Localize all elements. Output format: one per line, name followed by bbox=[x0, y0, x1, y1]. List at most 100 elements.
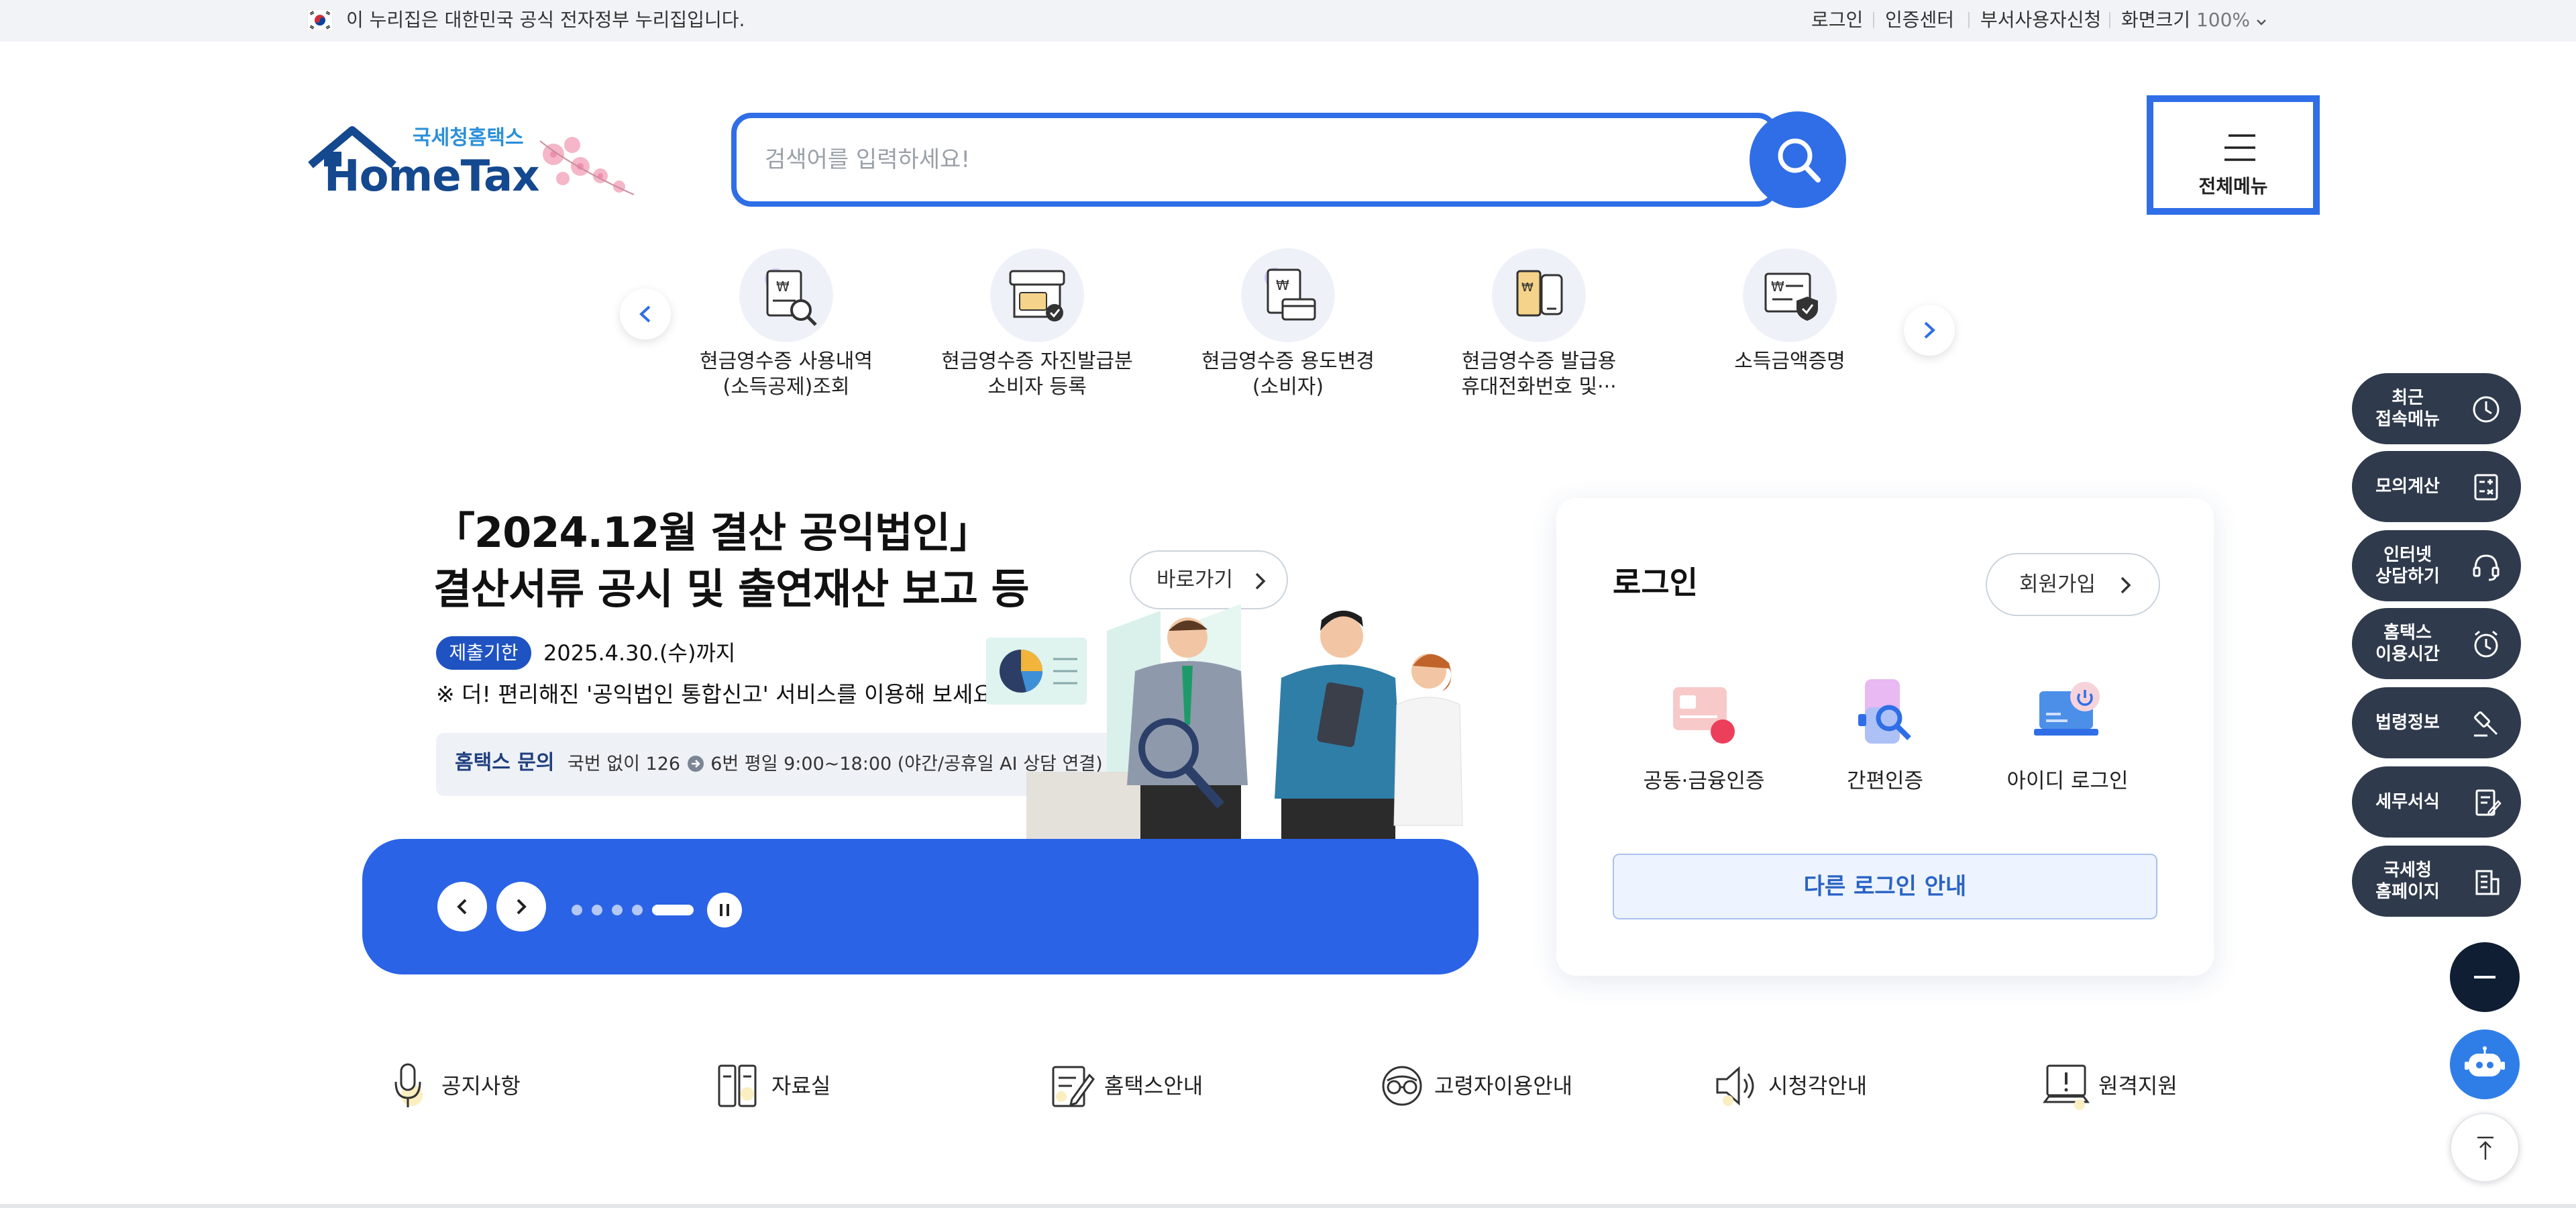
login-method-label: 아이디 로그인 bbox=[2006, 769, 2129, 793]
certificate-card-icon bbox=[1673, 687, 1735, 744]
page-bottom-border bbox=[0, 1204, 2576, 1208]
chevron-left-icon bbox=[457, 899, 467, 915]
login-method-label: 공동·금융인증 bbox=[1643, 769, 1765, 793]
minus-icon bbox=[2474, 976, 2496, 978]
inquiry-phone: 국번 없이 126 bbox=[568, 754, 681, 774]
quick-label-line2: 접속메뉴 bbox=[2375, 409, 2440, 430]
banner-page-dot[interactable] bbox=[652, 905, 694, 915]
shop-card-icon bbox=[990, 248, 1084, 342]
chevron-right-icon bbox=[1924, 321, 1935, 339]
login-method-id-login[interactable]: 아이디 로그인 bbox=[1980, 674, 2155, 815]
phone-search-icon bbox=[1858, 679, 1911, 744]
bottom-nav-label: 시청각안내 bbox=[1768, 1073, 1868, 1099]
zoom-value: 100% bbox=[2196, 9, 2251, 31]
building-icon bbox=[2475, 870, 2500, 895]
quick-recent-menu[interactable]: 최근 접속메뉴 bbox=[2352, 373, 2521, 444]
zoom-select[interactable]: 화면크기 100% bbox=[2121, 7, 2267, 34]
svg-text:₩: ₩ bbox=[1771, 279, 1784, 295]
service-item-cash-receipt-usage[interactable]: ₩ 현금영수증 사용내역 (소득공제)조회 bbox=[672, 248, 900, 423]
login-method-simple-auth[interactable]: 간편인증 bbox=[1798, 674, 1972, 815]
binder-icon bbox=[718, 1064, 757, 1107]
search-button[interactable] bbox=[1750, 111, 1846, 208]
util-divider bbox=[1873, 12, 1874, 28]
chevron-down-icon bbox=[2257, 19, 2266, 26]
service-label-line1: 소득금액증명 bbox=[1734, 350, 1845, 373]
hamburger-icon bbox=[2224, 134, 2255, 161]
quick-law-info[interactable]: 법령정보 bbox=[2352, 687, 2521, 758]
banner-go-button[interactable]: 바로가기 bbox=[1130, 550, 1288, 609]
banner-page-dot[interactable] bbox=[632, 905, 643, 915]
hometax-logo[interactable]: 국세청홈택스 HomeTax bbox=[305, 121, 654, 208]
quick-tax-forms[interactable]: 세무서식 bbox=[2352, 766, 2521, 838]
quick-online-counsel[interactable]: 인터넷 상담하기 bbox=[2352, 530, 2521, 601]
service-label-line2: (소득공제)조회 bbox=[722, 375, 850, 399]
bottom-nav-label: 고령자이용안내 bbox=[1434, 1073, 1573, 1099]
glasses-icon bbox=[1382, 1066, 1422, 1106]
quick-nts-homepage[interactable]: 국세청 홈페이지 bbox=[2352, 846, 2521, 917]
services-next-button[interactable] bbox=[1904, 305, 1955, 356]
bottom-nav-label: 자료실 bbox=[771, 1073, 831, 1099]
services-prev-button[interactable] bbox=[620, 289, 671, 340]
service-item-usage-change[interactable]: ₩ 현금영수증 용도변경 (소비자) bbox=[1174, 248, 1402, 423]
banner-title-line1: 「2024.12월 결산 공익법인」 bbox=[433, 508, 991, 557]
gov-notice-bar: 이 누리집은 대한민국 공식 전자정부 누리집입니다. 로그인 인증센터 부서사… bbox=[0, 0, 2576, 42]
util-divider bbox=[1968, 12, 1970, 28]
quick-menu-collapse-button[interactable] bbox=[2450, 942, 2520, 1012]
business-people-illustration bbox=[986, 604, 1463, 839]
quick-label-line2: 상담하기 bbox=[2375, 566, 2440, 587]
banner-page-dot[interactable] bbox=[612, 905, 623, 915]
login-method-joint-cert[interactable]: 공동·금융인증 bbox=[1617, 674, 1791, 815]
quick-label-line2: 홈페이지 bbox=[2375, 882, 2440, 902]
korea-flag-icon bbox=[307, 9, 333, 31]
util-cert-center-link[interactable]: 인증센터 bbox=[1885, 7, 1954, 34]
service-label-line1: 현금영수증 사용내역 bbox=[700, 350, 873, 373]
banner-prev-button[interactable] bbox=[437, 882, 487, 932]
all-menu-button[interactable]: 전체메뉴 bbox=[2147, 95, 2320, 215]
document-pen-icon bbox=[1052, 1066, 1095, 1107]
zoom-label: 화면크기 bbox=[2121, 9, 2191, 31]
receipt-search-icon: ₩ bbox=[739, 248, 833, 342]
quick-mock-calc[interactable]: 모의계산 bbox=[2352, 451, 2521, 522]
quick-label-line1: 인터넷 bbox=[2383, 545, 2432, 565]
phone-receipt-icon: ₩ bbox=[1492, 248, 1586, 342]
banner-pause-button[interactable] bbox=[707, 893, 742, 927]
arrow-circle-right-icon bbox=[687, 756, 704, 772]
quick-service-hours[interactable]: 홈택스 이용시간 bbox=[2352, 608, 2521, 679]
service-item-income-certificate[interactable]: ₩ 소득금액증명 bbox=[1676, 248, 1904, 423]
deadline-badge: 제출기한 bbox=[436, 636, 531, 670]
calculator-icon bbox=[2474, 474, 2498, 501]
scroll-top-button[interactable] bbox=[2450, 1113, 2520, 1182]
service-item-self-issue-register[interactable]: 현금영수증 자진발급분 소비자 등록 bbox=[923, 248, 1151, 423]
banner-go-label: 바로가기 bbox=[1157, 568, 1234, 592]
all-menu-label: 전체메뉴 bbox=[2198, 175, 2268, 197]
search-input[interactable] bbox=[765, 138, 1704, 181]
clock-icon bbox=[2473, 396, 2500, 423]
service-label-line1: 현금영수증 자진발급분 bbox=[941, 350, 1133, 373]
banner-note: ※ 더! 편리해진 '공익법인 통합신고' 서비스를 이용해 보세요! bbox=[436, 681, 1002, 707]
form-document-icon bbox=[2475, 789, 2502, 816]
service-label-line1: 현금영수증 용도변경 bbox=[1201, 350, 1375, 373]
logo-title: HomeTax bbox=[324, 152, 539, 201]
quick-label-line1: 모의계산 bbox=[2375, 476, 2440, 497]
service-item-phone-number[interactable]: ₩ 현금영수증 발급용 휴대전화번호 및··· bbox=[1425, 248, 1653, 423]
search-box bbox=[731, 113, 1778, 207]
signup-button[interactable]: 회원가입 bbox=[1986, 553, 2160, 616]
chevron-right-icon bbox=[2121, 576, 2131, 594]
signup-label: 회원가입 bbox=[2019, 572, 2096, 597]
chatbot-button[interactable] bbox=[2450, 1029, 2520, 1099]
util-dept-user-link[interactable]: 부서사용자신청 bbox=[1980, 7, 2101, 34]
pause-icon bbox=[720, 904, 729, 916]
banner-page-dot[interactable] bbox=[592, 905, 602, 915]
banner-page-dot[interactable] bbox=[572, 905, 582, 915]
bottom-nav-label: 공지사항 bbox=[441, 1073, 521, 1099]
util-login-link[interactable]: 로그인 bbox=[1811, 7, 1863, 34]
banner-next-button[interactable] bbox=[496, 882, 546, 932]
cherry-blossom-icon bbox=[539, 137, 635, 195]
quick-label-line1: 홈택스 bbox=[2383, 623, 2432, 643]
robot-icon bbox=[2465, 1046, 2505, 1076]
quick-label-line1: 법령정보 bbox=[2375, 713, 2440, 733]
alarm-clock-icon bbox=[2474, 630, 2498, 658]
bottom-nav-label: 홈택스안내 bbox=[1104, 1073, 1203, 1099]
svg-text:₩: ₩ bbox=[776, 279, 790, 295]
other-login-guide-button[interactable]: 다른 로그인 안내 bbox=[1613, 854, 2157, 919]
